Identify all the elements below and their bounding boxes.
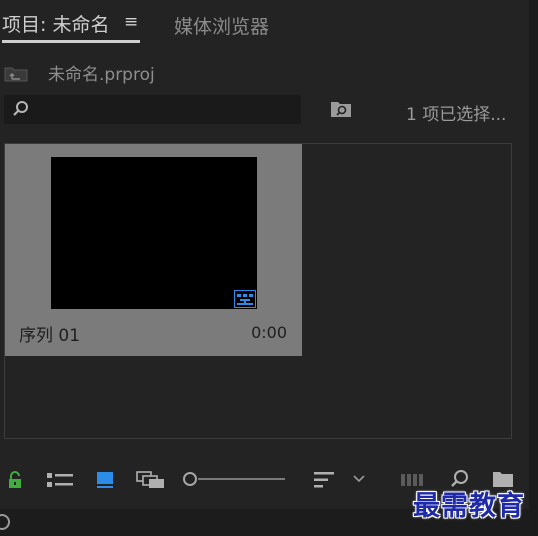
item-name: 序列 01 bbox=[19, 326, 81, 346]
folder-up-icon[interactable] bbox=[4, 64, 28, 82]
item-duration: 0:00 bbox=[251, 323, 287, 342]
panel-menu-icon[interactable]: ≡ bbox=[124, 12, 138, 32]
tab-project[interactable]: 项目: 未命名 bbox=[2, 10, 109, 37]
project-file-name: 未命名.prproj bbox=[48, 65, 155, 85]
selection-status: 1 项已选择... bbox=[406, 105, 507, 125]
watermark: 最需教育 bbox=[413, 491, 525, 522]
item-thumbnail[interactable] bbox=[51, 157, 257, 309]
search-icon bbox=[13, 101, 28, 116]
project-item-card[interactable]: 序列 01 0:00 bbox=[5, 144, 302, 356]
zoom-slider-track[interactable] bbox=[198, 478, 285, 480]
freeform-view-icon[interactable] bbox=[136, 471, 166, 489]
lock-icon[interactable] bbox=[7, 471, 23, 489]
sort-icon[interactable] bbox=[314, 471, 336, 489]
search-input[interactable] bbox=[4, 95, 301, 124]
panel-edge bbox=[529, 0, 538, 536]
sequence-icon bbox=[234, 290, 256, 308]
zoom-slider-handle[interactable] bbox=[183, 472, 197, 486]
tab-bar: 项目: 未命名 ≡ 媒体浏览器 bbox=[0, 0, 538, 44]
icon-view-icon[interactable] bbox=[96, 471, 114, 489]
list-view-icon[interactable] bbox=[47, 472, 73, 488]
chevron-down-icon[interactable] bbox=[352, 474, 366, 484]
tab-media-browser[interactable]: 媒体浏览器 bbox=[174, 12, 269, 39]
tab-active-indicator bbox=[2, 40, 140, 43]
breadcrumb: 未命名.prproj bbox=[0, 56, 529, 86]
bin-search-icon[interactable] bbox=[330, 99, 352, 119]
